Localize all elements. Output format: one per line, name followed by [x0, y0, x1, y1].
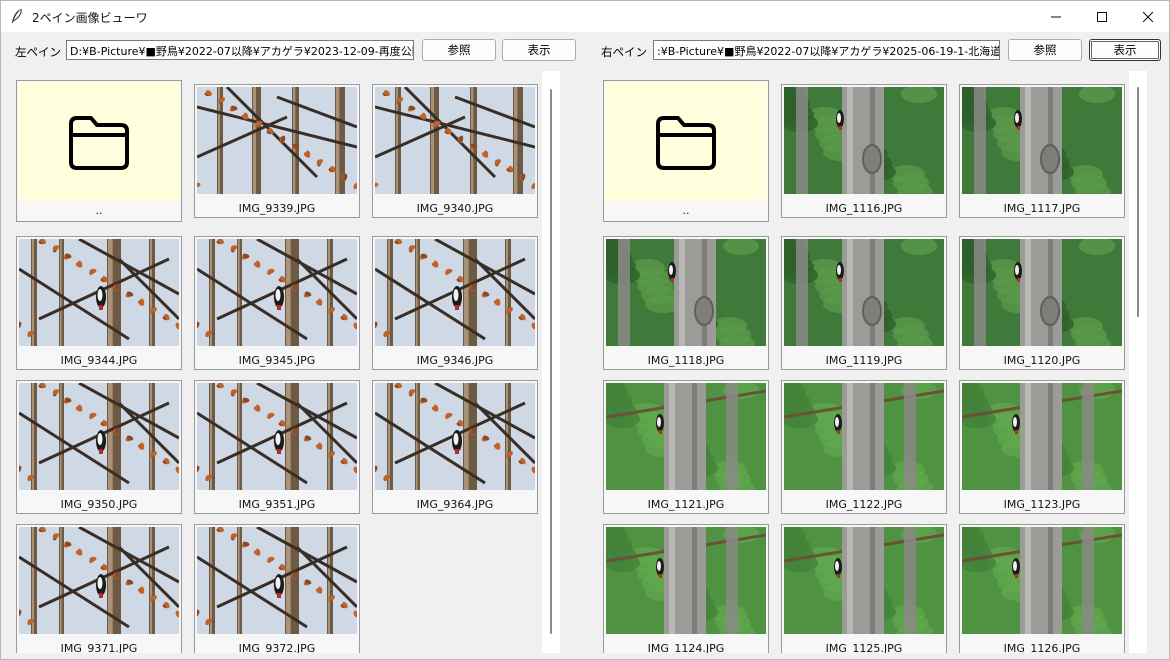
- parent-folder-item[interactable]: ..: [603, 80, 769, 222]
- thumbnail-item[interactable]: IMG_1123.JPG: [959, 380, 1125, 514]
- thumbnail-item[interactable]: IMG_9364.JPG: [372, 380, 538, 514]
- image-thumbnail: [784, 383, 944, 490]
- image-thumbnail: [375, 383, 535, 490]
- thumbnail-filename: IMG_9372.JPG: [238, 642, 316, 653]
- image-thumbnail: [962, 239, 1122, 346]
- thumbnail-filename: ..: [95, 204, 103, 217]
- left-show-button[interactable]: 表示: [502, 39, 576, 61]
- thumbnail-filename: IMG_9350.JPG: [60, 498, 138, 511]
- minimize-button[interactable]: [1033, 1, 1079, 32]
- thumbnail-item[interactable]: IMG_1121.JPG: [603, 380, 769, 514]
- image-thumbnail: [19, 383, 179, 490]
- feather-icon: [10, 8, 24, 24]
- left-pane-label: 左ペイン: [15, 45, 61, 59]
- thumbnail-filename: IMG_9339.JPG: [238, 202, 316, 215]
- thumbnail-filename: IMG_9364.JPG: [416, 498, 494, 511]
- image-thumbnail: [606, 527, 766, 634]
- thumbnail-filename: IMG_1122.JPG: [825, 498, 903, 511]
- left-pane-scrollbar[interactable]: [542, 71, 560, 653]
- thumbnail-filename: IMG_1118.JPG: [647, 354, 725, 367]
- thumbnail-filename: IMG_9346.JPG: [416, 354, 494, 367]
- thumbnail-item[interactable]: IMG_1120.JPG: [959, 236, 1125, 370]
- right-show-button[interactable]: 表示: [1089, 39, 1161, 61]
- image-thumbnail: [197, 239, 357, 346]
- right-pane-label: 右ペイン: [601, 45, 647, 59]
- left-browse-button[interactable]: 参照: [422, 39, 496, 61]
- thumbnail-item[interactable]: IMG_9372.JPG: [194, 524, 360, 653]
- thumbnail-item[interactable]: IMG_1126.JPG: [959, 524, 1125, 653]
- thumbnail-item[interactable]: IMG_1122.JPG: [781, 380, 947, 514]
- thumbnail-filename: IMG_1123.JPG: [1003, 498, 1081, 511]
- folder-icon: [656, 115, 716, 170]
- image-thumbnail: [962, 383, 1122, 490]
- folder-thumbnail: [18, 82, 180, 201]
- image-thumbnail: [197, 87, 357, 194]
- image-thumbnail: [962, 527, 1122, 634]
- thumbnail-item[interactable]: IMG_1124.JPG: [603, 524, 769, 653]
- image-thumbnail: [784, 239, 944, 346]
- thumbnail-filename: IMG_9340.JPG: [416, 202, 494, 215]
- thumbnail-filename: IMG_9351.JPG: [238, 498, 316, 511]
- thumbnail-item[interactable]: IMG_1116.JPG: [781, 84, 947, 218]
- maximize-icon: [1097, 11, 1107, 22]
- left-path-input[interactable]: D:¥B-Picture¥■野鳥¥2022-07以降¥アカゲラ¥2023-12-…: [66, 40, 414, 60]
- thumbnail-item[interactable]: IMG_9344.JPG: [16, 236, 182, 370]
- thumbnail-item[interactable]: IMG_9351.JPG: [194, 380, 360, 514]
- right-thumbnail-pane[interactable]: .. IMG_1116.JPG IMG_1117.JPG IMG_1118.JPG IM…: [600, 71, 1128, 653]
- thumbnail-item[interactable]: IMG_9339.JPG: [194, 84, 360, 218]
- thumbnail-filename: ..: [682, 204, 690, 217]
- image-thumbnail: [19, 239, 179, 346]
- app-window: 2ペイン画像ビューワ 左ペイン D:¥B-Picture¥■野鳥¥2022-07…: [0, 0, 1170, 660]
- right-pane-scrollbar[interactable]: [1129, 71, 1147, 653]
- thumbnail-item[interactable]: IMG_1125.JPG: [781, 524, 947, 653]
- thumbnail-item[interactable]: IMG_1117.JPG: [959, 84, 1125, 218]
- image-thumbnail: [962, 87, 1122, 194]
- thumbnail-item[interactable]: IMG_9350.JPG: [16, 380, 182, 514]
- minimize-icon: [1051, 16, 1061, 17]
- image-thumbnail: [375, 87, 535, 194]
- thumbnail-item[interactable]: IMG_1118.JPG: [603, 236, 769, 370]
- image-thumbnail: [375, 239, 535, 346]
- thumbnail-item[interactable]: IMG_9345.JPG: [194, 236, 360, 370]
- right-browse-button[interactable]: 参照: [1008, 39, 1082, 61]
- image-thumbnail: [606, 239, 766, 346]
- right-scrollbar-thumb[interactable]: [1137, 87, 1139, 317]
- title-bar[interactable]: 2ペイン画像ビューワ: [1, 1, 1169, 32]
- thumbnail-filename: IMG_1120.JPG: [1003, 354, 1081, 367]
- image-thumbnail: [197, 527, 357, 634]
- thumbnail-item[interactable]: IMG_1119.JPG: [781, 236, 947, 370]
- image-thumbnail: [197, 383, 357, 490]
- thumbnail-filename: IMG_9344.JPG: [60, 354, 138, 367]
- thumbnail-filename: IMG_9371.JPG: [60, 642, 138, 653]
- left-scrollbar-thumb[interactable]: [550, 89, 552, 634]
- folder-thumbnail: [605, 82, 767, 201]
- folder-icon: [69, 115, 129, 170]
- thumbnail-filename: IMG_1126.JPG: [1003, 642, 1081, 653]
- parent-folder-item[interactable]: ..: [16, 80, 182, 222]
- thumbnail-filename: IMG_1125.JPG: [825, 642, 903, 653]
- window-title: 2ペイン画像ビューワ: [32, 11, 148, 25]
- thumbnail-item[interactable]: IMG_9371.JPG: [16, 524, 182, 653]
- left-thumbnail-pane[interactable]: .. IMG_9339.JPG IMG_9340.JPG IMG_9344.JPG IM…: [13, 71, 541, 653]
- thumbnail-filename: IMG_1117.JPG: [1003, 202, 1081, 215]
- thumbnail-item[interactable]: IMG_9340.JPG: [372, 84, 538, 218]
- thumbnail-filename: IMG_1119.JPG: [825, 354, 903, 367]
- image-thumbnail: [606, 383, 766, 490]
- thumbnail-filename: IMG_1124.JPG: [647, 642, 725, 653]
- thumbnail-item[interactable]: IMG_9346.JPG: [372, 236, 538, 370]
- image-thumbnail: [784, 87, 944, 194]
- thumbnail-filename: IMG_1116.JPG: [825, 202, 903, 215]
- image-thumbnail: [19, 527, 179, 634]
- thumbnail-filename: IMG_1121.JPG: [647, 498, 725, 511]
- image-thumbnail: [784, 527, 944, 634]
- close-icon: [1142, 11, 1154, 22]
- right-path-input[interactable]: :¥B-Picture¥■野鳥¥2022-07以降¥アカゲラ¥2025-06-1…: [653, 40, 1000, 60]
- maximize-button[interactable]: [1079, 1, 1125, 32]
- thumbnail-filename: IMG_9345.JPG: [238, 354, 316, 367]
- close-button[interactable]: [1125, 1, 1170, 32]
